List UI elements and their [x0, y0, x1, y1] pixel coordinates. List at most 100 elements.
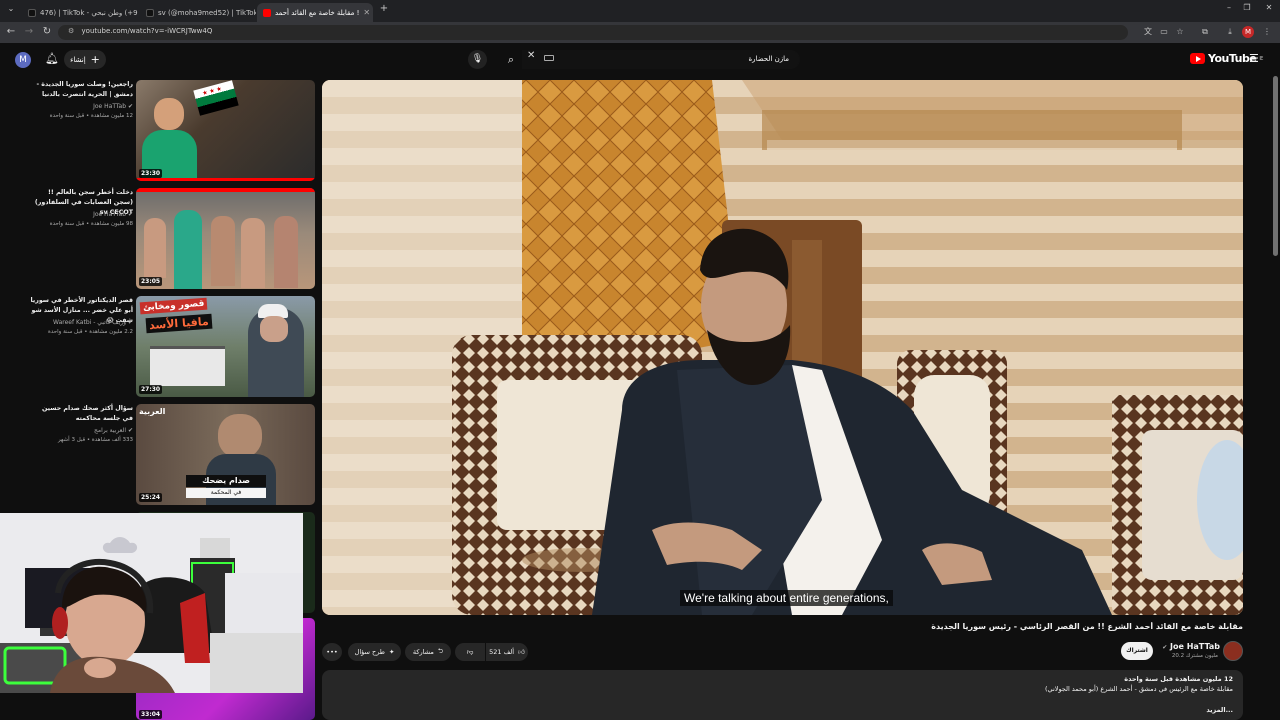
person-face: [154, 98, 184, 130]
youtube-play-icon: [1190, 53, 1205, 64]
video-frame: [322, 80, 1243, 615]
verified-icon: ✔: [127, 319, 133, 326]
video-title[interactable]: راجعين! وصلت سوريا الجديدة - دمشق | الحر…: [30, 80, 133, 100]
close-icon[interactable]: ✕: [363, 8, 370, 17]
channel-name[interactable]: Joe HaTTab ✔: [30, 103, 133, 110]
related-video-item[interactable]: ★ ★ ★ 23:30 راجعين! وصلت سوريا الجديدة -…: [30, 80, 315, 184]
plus-icon: +: [90, 53, 100, 66]
dislike-button[interactable]: 👎︎: [455, 643, 485, 661]
video-duration: 23:05: [139, 277, 163, 286]
channel-name[interactable]: Joe HaTTab ✔: [30, 211, 133, 218]
share-button[interactable]: مشاركة ⮌: [405, 643, 451, 661]
video-thumbnail[interactable]: 23:05: [136, 188, 315, 289]
thumbnail-caption: قصور ومخابئ: [139, 297, 208, 315]
tab-youtube-active[interactable]: مقابلة خاصة مع القائد أحمد ! ✕: [257, 3, 373, 22]
related-video-item[interactable]: قصور ومخابئ مافيا الأسد 27:30 قصر الديكت…: [30, 296, 315, 400]
video-duration: 27:30: [139, 385, 163, 394]
notifications-bell-icon[interactable]: 🔔︎: [45, 52, 59, 65]
video-thumbnail[interactable]: العربية صدام يضحك في المحكمة 25:24: [136, 404, 315, 505]
profile-avatar[interactable]: M: [1242, 26, 1254, 38]
video-thumbnail[interactable]: قصور ومخابئ مافيا الأسد 27:30: [136, 296, 315, 397]
video-player[interactable]: [322, 80, 1243, 615]
ask-label: طرح سؤال: [354, 648, 385, 656]
youtube-masthead: M 🔔︎ إنشاء + 🎙︎ ⌕ مازن الحضارة ✕ YouTube…: [0, 43, 1280, 76]
youtube-icon: [263, 8, 271, 17]
tab-tiktok-2[interactable]: sv (@moha9med52) | TikTok ✕: [140, 3, 256, 22]
webcam-frame: [0, 513, 303, 693]
clear-search-icon[interactable]: ✕: [527, 50, 535, 61]
tab-title: sv (@moha9med52) | TikTok: [158, 8, 256, 17]
webcam-overlay: [0, 513, 303, 693]
host-figure: [174, 210, 202, 289]
tab-title: مقابلة خاصة مع القائد أحمد !: [275, 8, 360, 17]
inmate-figure: [274, 216, 298, 288]
create-button[interactable]: إنشاء +: [64, 50, 106, 69]
tab-tiktok-1[interactable]: 476) | TikTok - ‏وطن نبحي (‎+99 ✕: [22, 3, 138, 22]
like-count: 521 ألف: [489, 648, 515, 656]
verified-icon: ✔: [127, 211, 133, 218]
video-duration: 25:24: [139, 493, 163, 502]
thumbnail-banner: صدام يضحك: [186, 475, 266, 487]
video-thumbnail[interactable]: ★ ★ ★ 23:30: [136, 80, 315, 181]
voice-search-mic-icon[interactable]: 🎙︎: [468, 50, 487, 69]
cast-icon[interactable]: ▭: [1159, 27, 1169, 37]
thumbs-up-icon: 👍︎: [518, 648, 525, 656]
tab-search-icon[interactable]: ⌄: [4, 4, 18, 13]
window-close-icon[interactable]: ✕: [1262, 3, 1276, 12]
browser-toolbar: ← → ↻ ⚙ youtube.com/watch?v=-iWCRJTww4Q …: [0, 22, 1280, 43]
verified-icon: ✔: [127, 103, 133, 110]
share-label: مشاركة: [412, 648, 434, 656]
extensions-icon[interactable]: ⧉: [1200, 27, 1210, 37]
new-tab-button[interactable]: +: [377, 3, 391, 14]
minimize-icon[interactable]: –: [1222, 3, 1236, 12]
channel-name[interactable]: ✔ Joe HaTTab: [1150, 642, 1220, 651]
guide-menu-icon[interactable]: ☰: [1249, 52, 1259, 65]
forward-arrow-icon[interactable]: →: [22, 26, 36, 37]
video-description[interactable]: 12 مليون مشاهدة قبل سنة واحدة مقابلة خاص…: [322, 670, 1243, 720]
channel-avatar[interactable]: [1223, 641, 1243, 661]
search-input[interactable]: مازن الحضارة: [522, 50, 800, 69]
related-video-item[interactable]: العربية صدام يضحك في المحكمة 25:24 سؤال …: [30, 404, 315, 508]
channel-logo: العربية: [139, 407, 166, 416]
related-video-item[interactable]: 23:05 دخلت أخطر سجن بالعالم !! (سجن العص…: [30, 188, 315, 292]
syrian-flag: ★ ★ ★: [193, 80, 239, 116]
site-info-icon[interactable]: ⚙: [68, 27, 74, 35]
downloads-icon[interactable]: ⤓: [1225, 27, 1235, 37]
inmate-figure: [211, 216, 235, 286]
more-actions-button[interactable]: •••: [322, 643, 342, 661]
maximize-icon[interactable]: ❐: [1240, 3, 1254, 12]
subscribe-button[interactable]: اشتراك: [1121, 642, 1153, 660]
thumbnail-banner-sub: في المحكمة: [186, 488, 266, 498]
account-avatar[interactable]: M: [15, 52, 31, 68]
keyboard-icon[interactable]: [544, 55, 554, 61]
browser-tab-bar: ⌄ 476) | TikTok - ‏وطن نبحي (‎+99 ✕ sv (…: [0, 0, 1280, 22]
description-text: مقابلة خاصة مع الرئيس في دمشق - أحمد الش…: [1045, 685, 1233, 693]
video-title: مقابلة خاصة مع القائد أحمد الشرع !! من ا…: [931, 622, 1243, 631]
reload-icon[interactable]: ↻: [40, 26, 54, 37]
bookmark-star-icon[interactable]: ☆: [1175, 27, 1185, 37]
tab-title: 476) | TikTok - ‏وطن نبحي (‎+99: [40, 8, 138, 17]
channel-name[interactable]: Wareef Katbi - وريف كاتبي ✔: [30, 319, 133, 326]
watch-progress-bar: [136, 178, 315, 181]
create-label: إنشاء: [70, 55, 86, 64]
video-meta: 2.2 مليون مشاهدة • قبل سنة واحدة: [47, 329, 133, 335]
address-bar[interactable]: ⚙ youtube.com/watch?v=-iWCRJTww4Q: [58, 25, 1128, 40]
video-meta: 12 مليون مشاهدة • قبل سنة واحدة: [49, 113, 133, 119]
video-title[interactable]: سؤال أكثر صحك صدام حسين في جلسة محاكمته: [30, 404, 133, 424]
back-arrow-icon[interactable]: ←: [4, 26, 18, 37]
logo-region: IE: [1259, 55, 1263, 62]
show-more-link[interactable]: ...المزيد: [1206, 706, 1233, 714]
page-scrollbar[interactable]: [1273, 76, 1278, 256]
search-icon[interactable]: ⌕: [500, 50, 522, 69]
translate-icon[interactable]: 文: [1143, 27, 1153, 37]
person-face: [260, 316, 288, 342]
channel-name[interactable]: العربية برامج ✔: [30, 427, 133, 434]
video-duration: 33:04: [139, 710, 163, 719]
ask-button[interactable]: طرح سؤال ✦: [348, 643, 401, 661]
palace-building: [150, 346, 225, 386]
like-button[interactable]: 521 ألف 👍︎: [486, 643, 528, 661]
subscriber-count: 20.2 مليون مشترك: [1171, 653, 1218, 659]
verified-icon: ✔: [1162, 644, 1168, 651]
sparkle-icon: ✦: [388, 648, 395, 656]
kebab-menu-icon[interactable]: ⋮: [1262, 27, 1272, 37]
